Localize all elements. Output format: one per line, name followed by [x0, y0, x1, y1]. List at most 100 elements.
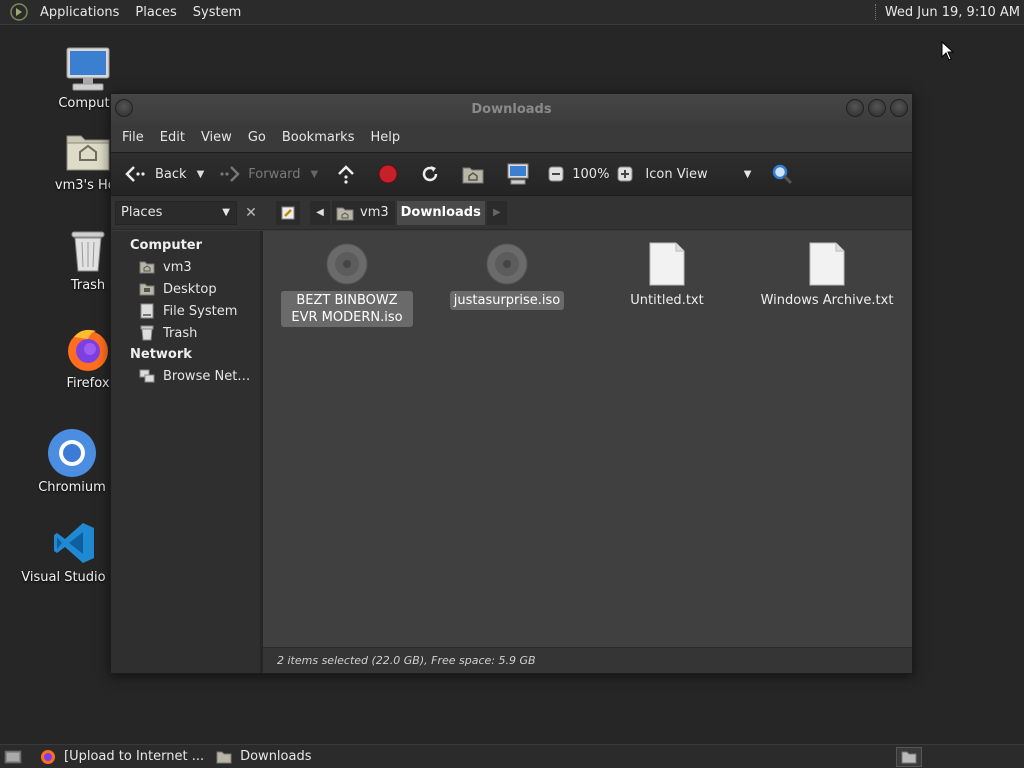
window-titlebar[interactable]: Downloads — [111, 94, 912, 124]
zoom-in-icon — [617, 166, 633, 182]
reload-button[interactable] — [416, 158, 444, 190]
show-desktop-button[interactable] — [0, 745, 26, 768]
breadcrumb-scroll-right[interactable]: ▶ — [486, 200, 507, 225]
menu-go[interactable]: Go — [240, 124, 274, 152]
panel-separator — [874, 4, 877, 20]
breadcrumb-downloads[interactable]: Downloads — [396, 200, 485, 225]
breadcrumb-label: Downloads — [400, 205, 481, 220]
back-history-dropdown[interactable]: ▼ — [197, 169, 205, 180]
sidebar-type-value: Places — [121, 205, 163, 220]
computer-icon — [507, 163, 529, 185]
content-area: BEZT BINBOWZ EVR MODERN.iso justasurpris… — [263, 231, 912, 673]
computer-icon — [63, 44, 113, 94]
sidebar-item-vm3[interactable]: vm3 — [111, 256, 260, 278]
menu-applications[interactable]: Applications — [32, 0, 127, 25]
up-arrow-icon — [338, 165, 355, 184]
menu-view[interactable]: View — [193, 124, 240, 152]
folder-icon — [216, 749, 232, 765]
file-icon-view[interactable]: BEZT BINBOWZ EVR MODERN.iso justasurpris… — [263, 231, 912, 647]
folder-icon — [901, 751, 917, 763]
zoom-level: 100% — [572, 166, 610, 182]
back-label: Back — [155, 166, 187, 182]
zoom-in-button[interactable] — [613, 158, 637, 190]
chromium-icon — [47, 428, 97, 478]
taskbar-item-label: [Upload to Internet ... — [64, 749, 205, 764]
view-mode-select[interactable]: Icon View ▼ — [641, 158, 755, 190]
home-button[interactable] — [458, 158, 488, 190]
menu-file[interactable]: File — [114, 124, 152, 152]
zoom-out-button[interactable] — [544, 158, 568, 190]
sidebar-item-label: vm3 — [163, 259, 192, 275]
forward-label: Forward — [248, 166, 301, 182]
disc-image-icon — [485, 241, 529, 287]
toolbar: Back ▼ Forward ▼ 100% Icon View ▼ — [111, 152, 912, 196]
desktop-icon — [139, 281, 155, 297]
minimize-button[interactable] — [846, 99, 864, 117]
forward-arrow-icon — [220, 166, 241, 182]
forward-button[interactable]: Forward — [214, 158, 304, 190]
sidebar-item-browse-network[interactable]: Browse Net… — [111, 365, 260, 387]
gnome-foot-icon[interactable] — [10, 3, 28, 21]
menu-system[interactable]: System — [185, 0, 249, 25]
desktop-icon-label: Compute — [58, 96, 118, 111]
menubar: File Edit View Go Bookmarks Help — [111, 124, 912, 152]
home-folder-icon — [63, 126, 113, 176]
breadcrumb-vm3[interactable]: vm3 — [332, 200, 395, 225]
desktop-icon-label: Chromium — [38, 480, 106, 495]
sidebar-item-label: Trash — [163, 325, 198, 341]
breadcrumb-label: vm3 — [360, 205, 389, 220]
text-file-icon — [805, 241, 849, 287]
firefox-icon — [63, 324, 113, 374]
breadcrumb-scroll-left[interactable]: ◀ — [310, 200, 330, 225]
search-button[interactable] — [767, 158, 797, 190]
desktop-icon-chromium[interactable]: Chromium — [22, 428, 122, 495]
home-folder-icon — [462, 167, 484, 184]
trash-icon — [139, 325, 155, 341]
menu-bookmarks[interactable]: Bookmarks — [274, 124, 363, 152]
up-button[interactable] — [332, 158, 360, 190]
mouse-cursor-icon — [941, 41, 955, 61]
show-desktop-icon — [4, 750, 22, 763]
file-item[interactable]: BEZT BINBOWZ EVR MODERN.iso — [277, 241, 417, 327]
trash-icon — [63, 226, 113, 276]
menu-help[interactable]: Help — [362, 124, 408, 152]
sidebar-type-select[interactable]: Places ▼ — [115, 200, 237, 225]
computer-button[interactable] — [502, 158, 534, 190]
stop-icon — [378, 164, 398, 184]
desktop-icon-label: Firefox — [66, 376, 110, 391]
sidebar-item-label: Browse Net… — [163, 368, 251, 384]
pencil-icon — [281, 206, 295, 219]
network-icon — [139, 368, 155, 384]
sidebar-item-file-system[interactable]: File System — [111, 300, 260, 322]
places-sidebar: Computer vm3 Desktop File System Trash N… — [111, 231, 263, 673]
taskbar-item-firefox[interactable]: [Upload to Internet ... — [34, 745, 210, 768]
window-menu-button[interactable] — [115, 99, 133, 117]
menu-places[interactable]: Places — [127, 0, 184, 25]
close-button[interactable] — [890, 99, 908, 117]
window-body: Computer vm3 Desktop File System Trash N… — [111, 231, 912, 673]
clock-area: Wed Jun 19, 9:10 AM — [874, 0, 1024, 25]
forward-history-dropdown[interactable]: ▼ — [311, 169, 319, 180]
desktop-icon-label: Trash — [70, 278, 106, 293]
location-bar: Places ▼ ✕ ◀ vm3 Downloads ▶ — [111, 196, 912, 230]
edit-location-button[interactable] — [276, 200, 300, 225]
menu-edit[interactable]: Edit — [152, 124, 193, 152]
firefox-icon — [40, 749, 56, 765]
chevron-down-icon: ▼ — [222, 207, 230, 218]
sidebar-item-label: File System — [163, 303, 238, 319]
stop-button[interactable] — [374, 158, 402, 190]
maximize-button[interactable] — [868, 99, 886, 117]
file-item[interactable]: justasurprise.iso — [437, 241, 577, 310]
file-item[interactable]: Windows Archive.txt — [757, 241, 897, 310]
back-button[interactable]: Back — [121, 158, 191, 190]
desktop-icon-vscode[interactable]: Visual Studio Co — [21, 518, 127, 585]
chevron-down-icon: ▼ — [743, 168, 752, 180]
taskbar-item-downloads[interactable]: Downloads — [210, 745, 317, 768]
clock[interactable]: Wed Jun 19, 9:10 AM — [885, 5, 1024, 20]
workspace-switcher[interactable] — [896, 746, 922, 767]
file-item[interactable]: Untitled.txt — [597, 241, 737, 310]
sidebar-item-desktop[interactable]: Desktop — [111, 278, 260, 300]
sidebar-item-trash[interactable]: Trash — [111, 322, 260, 344]
view-mode-value: Icon View — [645, 166, 708, 182]
close-sidebar-button[interactable]: ✕ — [240, 202, 262, 224]
